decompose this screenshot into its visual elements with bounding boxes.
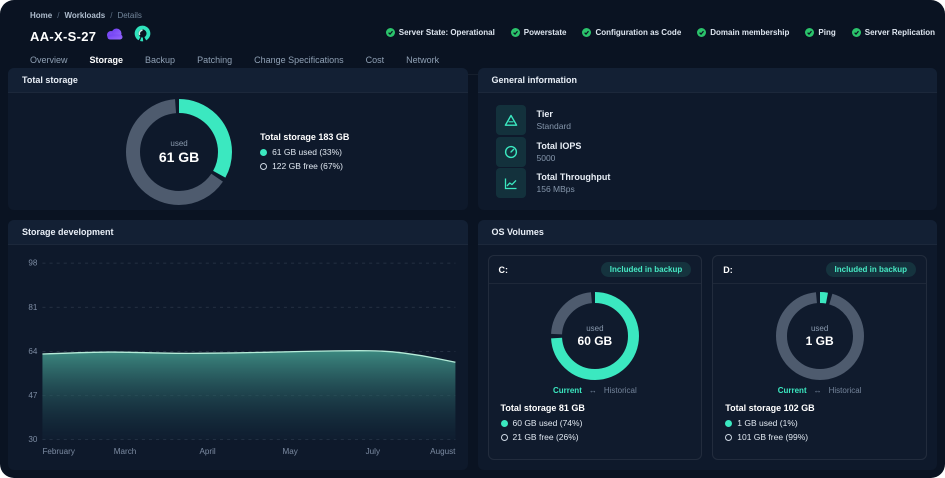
included-in-backup-badge: Included in backup [601, 262, 691, 277]
svg-text:May: May [283, 447, 299, 456]
check-circle-icon [697, 28, 706, 37]
svg-text:64: 64 [28, 347, 38, 356]
donut-center-label: used [586, 324, 603, 333]
gi-value: Standard [537, 121, 572, 131]
included-in-backup-badge: Included in backup [826, 262, 916, 277]
volume-card-c: C: Included in backup used 60 GB Current [488, 255, 703, 460]
cloud-icon [105, 27, 125, 45]
card-title: Storage development [8, 220, 468, 245]
total-storage-donut-chart: used 61 GB [126, 99, 232, 205]
check-circle-icon [386, 28, 395, 37]
current-historical-toggle: Current ↔ Historical [713, 386, 926, 395]
swap-arrow-icon: ↔ [589, 386, 597, 395]
status-badge: Domain membership [697, 28, 789, 37]
card-grid: Total storage used 61 GB Total storage 1… [8, 68, 937, 470]
tier-icon [496, 105, 526, 135]
swap-arrow-icon: ↔ [814, 386, 822, 395]
legend-title: Total storage 183 GB [260, 132, 349, 142]
app-logo-donut-icon [134, 25, 151, 47]
breadcrumb: Home / Workloads / Details [30, 11, 915, 20]
donut-center-value: 60 GB [578, 334, 613, 348]
check-circle-icon [805, 28, 814, 37]
svg-text:98: 98 [28, 259, 38, 268]
breadcrumb-details: Details [117, 11, 141, 20]
line-chart-icon [496, 168, 526, 198]
svg-text:August: August [430, 447, 456, 456]
volume-d-legend: Total storage 102 GB 1 GB used (1%) 101 … [713, 395, 926, 452]
legend-free-row: 122 GB free (67%) [260, 161, 349, 171]
breadcrumb-separator: / [110, 11, 112, 20]
card-title: General information [478, 68, 938, 93]
svg-text:81: 81 [28, 303, 38, 312]
legend-used-row: 61 GB used (33%) [260, 147, 349, 157]
status-badge: Server State: Operational [386, 28, 495, 37]
svg-text:April: April [200, 447, 216, 456]
card-title: OS Volumes [478, 220, 938, 245]
used-dot-icon [501, 420, 508, 427]
page-title: AA-X-S-27 [30, 29, 96, 44]
gi-label: Tier [537, 109, 572, 119]
toggle-current[interactable]: Current [553, 386, 582, 395]
check-circle-icon [511, 28, 520, 37]
tier-row: Tier Standard [496, 105, 920, 135]
volume-card-d: D: Included in backup used 1 GB Current [712, 255, 927, 460]
status-badge: Server Replication [852, 28, 935, 37]
breadcrumb-home[interactable]: Home [30, 11, 52, 20]
breadcrumb-workloads[interactable]: Workloads [64, 11, 105, 20]
status-badge: Powerstate [511, 28, 567, 37]
volume-c-legend: Total storage 81 GB 60 GB used (74%) 21 … [489, 395, 702, 452]
card-title: Total storage [8, 68, 468, 93]
page-header: Home / Workloads / Details AA-X-S-27 [0, 0, 945, 75]
svg-text:47: 47 [28, 391, 38, 400]
gi-value: 156 MBps [537, 184, 611, 194]
donut-center-label: used [170, 139, 187, 148]
svg-text:March: March [114, 447, 137, 456]
workload-details-page: Home / Workloads / Details AA-X-S-27 [0, 0, 945, 478]
storage-development-chart: 30 47 64 81 98 February March April May July Augus… [8, 245, 468, 470]
donut-center-value: 61 GB [159, 149, 199, 165]
check-circle-icon [852, 28, 861, 37]
gauge-icon [496, 137, 526, 167]
gi-value: 5000 [537, 153, 582, 163]
storage-development-card: Storage development 30 47 64 81 98 February Ma… [8, 220, 468, 470]
free-ring-icon [725, 434, 732, 441]
volume-c-donut-chart: used 60 GB [551, 292, 639, 380]
total-storage-card: Total storage used 61 GB Total storage 1… [8, 68, 468, 210]
donut-center-label: used [811, 324, 828, 333]
total-storage-legend: Total storage 183 GB 61 GB used (33%) 12… [260, 132, 349, 171]
donut-center-value: 1 GB [806, 334, 834, 348]
toggle-current[interactable]: Current [778, 386, 807, 395]
toggle-historical[interactable]: Historical [604, 386, 637, 395]
status-badge: Ping [805, 28, 835, 37]
svg-text:July: July [366, 447, 381, 456]
title-row: AA-X-S-27 [30, 27, 915, 45]
toggle-historical[interactable]: Historical [829, 386, 862, 395]
used-dot-icon [725, 420, 732, 427]
svg-text:30: 30 [28, 435, 38, 444]
breadcrumb-separator: / [57, 11, 59, 20]
volume-name: D: [723, 265, 733, 275]
status-badges: Server State: Operational Powerstate Con… [386, 28, 935, 37]
current-historical-toggle: Current ↔ Historical [489, 386, 702, 395]
gi-label: Total Throughput [537, 172, 611, 182]
throughput-row: Total Throughput 156 MBps [496, 168, 920, 198]
free-ring-icon [501, 434, 508, 441]
iops-row: Total IOPS 5000 [496, 137, 920, 167]
check-circle-icon [582, 28, 591, 37]
svg-text:February: February [42, 447, 75, 456]
status-badge: Configuration as Code [582, 28, 681, 37]
free-ring-icon [260, 163, 267, 170]
volume-d-donut-chart: used 1 GB [776, 292, 864, 380]
volume-name: C: [499, 265, 509, 275]
general-information-card: General information Tier Standard [478, 68, 938, 210]
os-volumes-card: OS Volumes C: Included in backup used 60… [478, 220, 938, 470]
gi-label: Total IOPS [537, 141, 582, 151]
used-dot-icon [260, 149, 267, 156]
